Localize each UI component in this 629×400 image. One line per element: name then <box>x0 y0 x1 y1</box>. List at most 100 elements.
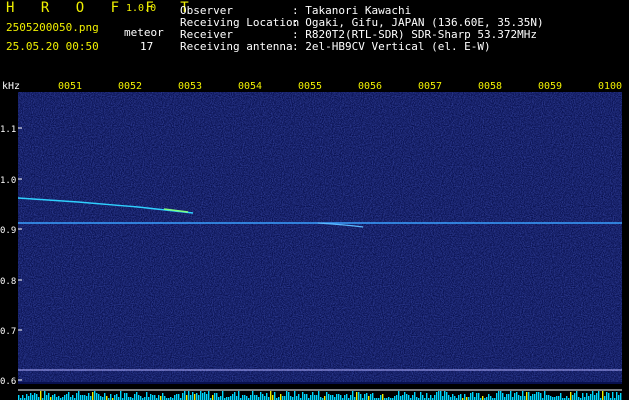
meter-bar <box>76 393 78 400</box>
meter-bar <box>136 392 138 400</box>
meter-bar <box>176 394 178 400</box>
meter-bar <box>506 394 508 400</box>
meter-bar <box>252 391 254 400</box>
meter-bar <box>446 392 448 400</box>
meter-bar <box>576 391 578 400</box>
meter-bar <box>152 395 154 400</box>
meter-bar <box>98 394 100 400</box>
meter-bar <box>288 392 290 400</box>
meter-bar <box>100 396 102 400</box>
meter-bar <box>264 396 266 400</box>
meter-bar <box>246 396 248 400</box>
meter-bar <box>452 394 454 400</box>
meter-bar <box>546 395 548 400</box>
meter-bar <box>66 394 68 400</box>
meter-bar <box>260 392 262 400</box>
meter-bar <box>574 393 576 400</box>
meter-bar <box>350 395 352 400</box>
meter-bar <box>420 392 422 400</box>
spectrogram <box>18 92 622 400</box>
meter-bar <box>88 393 90 400</box>
meter-bar <box>82 395 84 400</box>
meter-bar <box>254 395 256 400</box>
frequency-axis: 1.1 1.0 0.9 0.8 0.7 0.6 <box>0 125 16 387</box>
meter-bar <box>570 392 572 400</box>
meter-bar <box>230 396 232 400</box>
meter-bar <box>266 393 268 400</box>
meter-bar <box>532 394 534 400</box>
meter-bar <box>364 394 366 400</box>
meter-bar <box>188 391 190 400</box>
meter-bar <box>496 393 498 400</box>
time-tick: 0057 <box>418 81 442 92</box>
meter-bar <box>72 395 74 400</box>
meter-bar <box>140 396 142 400</box>
time-tick: 0052 <box>118 81 142 92</box>
meter-bar <box>344 395 346 400</box>
meter-bar <box>204 392 206 400</box>
meter-bar <box>208 391 210 400</box>
meter-bar <box>594 395 596 400</box>
meter-bar <box>64 395 66 400</box>
info-value-antenna: : 2el-HB9CV Vertical (el. E-W) <box>292 40 491 53</box>
meter-bar <box>460 394 462 400</box>
meter-bar <box>286 391 288 400</box>
meter-bar <box>458 395 460 400</box>
meter-bar <box>336 394 338 400</box>
meter-bar <box>178 394 180 400</box>
meter-bar <box>58 396 60 400</box>
meter-bar <box>244 395 246 400</box>
meter-bar <box>616 392 618 400</box>
meter-bar <box>48 393 50 400</box>
meter-bar <box>488 394 490 400</box>
meter-bar <box>44 391 46 400</box>
meter-bar <box>366 393 368 400</box>
meter-bar <box>530 396 532 400</box>
freq-tick: 0.7 <box>0 327 16 337</box>
meter-bar <box>256 395 258 400</box>
meter-bar <box>214 393 216 400</box>
meter-bar <box>596 393 598 400</box>
meter-bar <box>36 394 38 400</box>
meter-bar <box>478 393 480 400</box>
meter-bar <box>338 394 340 400</box>
meter-bar <box>382 394 384 400</box>
meter-bar <box>124 393 126 400</box>
meter-bar <box>426 393 428 400</box>
meter-bar <box>560 393 562 400</box>
freq-tick: 0.9 <box>0 226 16 236</box>
info-key-antenna: Receiving antenna <box>180 40 293 53</box>
meter-bar <box>588 396 590 400</box>
meter-bar <box>284 396 286 400</box>
meter-bar <box>620 393 622 400</box>
meter-bar <box>86 396 88 400</box>
meter-bar <box>534 394 536 400</box>
time-tick: 0055 <box>298 81 322 92</box>
meter-bar <box>526 392 528 400</box>
meter-bar <box>394 396 396 400</box>
meter-bar <box>476 393 478 400</box>
app-logo: H R O F F T <box>6 0 198 16</box>
meter-bar <box>96 393 98 400</box>
meter-bar <box>442 396 444 400</box>
meter-bar <box>516 392 518 400</box>
meter-bar <box>46 395 48 400</box>
meter-bar <box>544 391 546 400</box>
unit-label: kHz <box>2 81 20 92</box>
meter-bar <box>590 394 592 400</box>
meter-bar <box>80 395 82 400</box>
meter-bar <box>104 393 106 400</box>
meter-bar <box>236 396 238 400</box>
meter-bar <box>22 395 24 400</box>
meter-bar <box>222 391 224 400</box>
meter-bar <box>30 393 32 400</box>
meter-bar <box>324 396 326 400</box>
meter-bar <box>370 394 372 400</box>
time-tick: 0059 <box>538 81 562 92</box>
meter-bar <box>470 393 472 400</box>
freq-tick: 0.8 <box>0 277 16 287</box>
meter-bar <box>202 393 204 400</box>
meter-bar <box>464 394 466 400</box>
meter-bar <box>406 394 408 400</box>
meter-bar <box>126 393 128 400</box>
